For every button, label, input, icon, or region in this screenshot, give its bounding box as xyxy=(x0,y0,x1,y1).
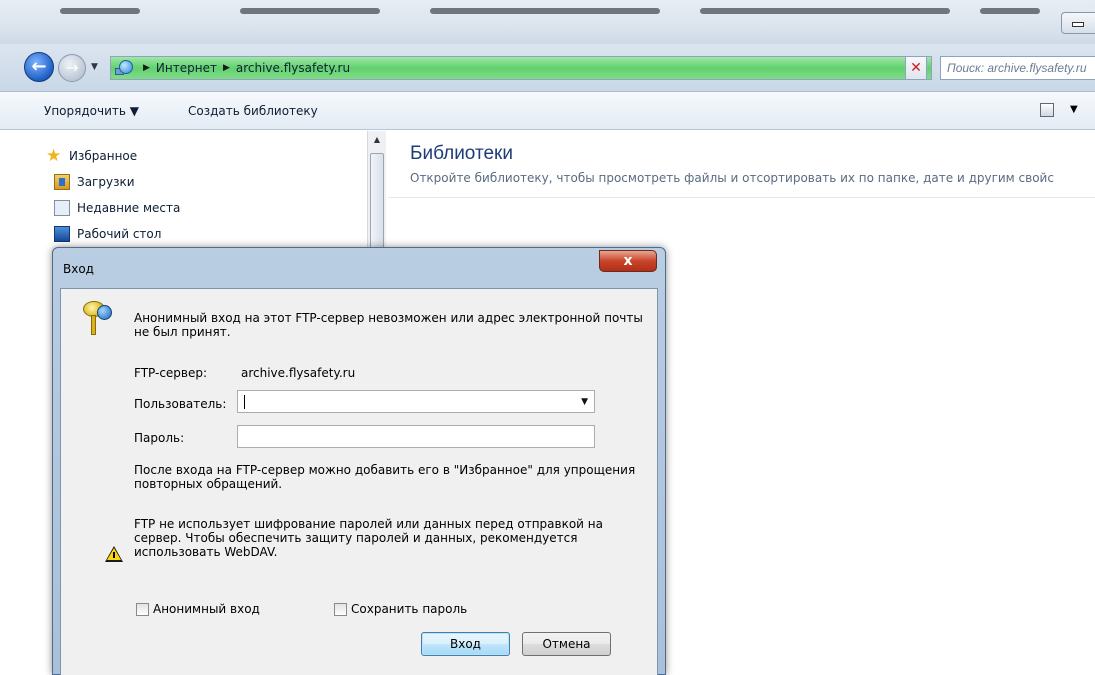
login-message: Анонимный вход на этот FTP-сервер невозм… xyxy=(134,311,643,339)
divider xyxy=(388,197,1095,198)
scroll-up-icon[interactable]: ▲ xyxy=(368,131,386,149)
breadcrumb-host[interactable]: archive.flysafety.ru xyxy=(236,61,350,75)
login-dialog: Вход x Анонимный вход на этот FTP-сервер… xyxy=(52,247,666,675)
downloads-icon xyxy=(54,174,70,190)
nav-item-label: Рабочий стол xyxy=(77,227,162,241)
server-label: FTP-сервер: xyxy=(134,366,208,380)
server-value: archive.flysafety.ru xyxy=(241,366,356,380)
new-library-button[interactable]: Создать библиотеку xyxy=(188,104,318,118)
nav-item-recent-places[interactable]: Недавние места xyxy=(54,200,180,216)
minimize-icon xyxy=(1072,22,1084,27)
recent-places-icon xyxy=(54,200,70,216)
key-globe-icon xyxy=(81,297,113,337)
text-caret xyxy=(244,395,245,409)
checkbox-box[interactable] xyxy=(334,602,347,616)
nav-item-label: Избранное xyxy=(69,149,138,163)
change-view-icon[interactable] xyxy=(1040,103,1054,117)
libraries-title: Библиотеки xyxy=(410,143,513,164)
libraries-description: Откройте библиотеку, чтобы просмотреть ф… xyxy=(410,171,1054,185)
nav-item-label: Загрузки xyxy=(77,175,135,189)
stop-button[interactable]: ✕ xyxy=(905,56,927,80)
login-button[interactable]: Вход xyxy=(421,632,510,656)
username-combobox[interactable]: ▼ xyxy=(237,390,595,413)
blurred-title-text xyxy=(60,8,140,14)
forward-button[interactable]: → xyxy=(58,54,86,82)
window-titlebar xyxy=(0,0,1095,44)
nav-item-label: Недавние места xyxy=(77,201,181,215)
anonymous-checkbox[interactable]: Анонимный вход xyxy=(136,602,260,616)
breadcrumb: ▶ Интернет ▶ archive.flysafety.ru xyxy=(137,61,350,75)
warning-icon xyxy=(105,546,123,562)
network-globe-icon xyxy=(115,59,137,77)
password-field[interactable] xyxy=(237,425,595,448)
blurred-title-text xyxy=(980,8,1040,14)
checkbox-box[interactable] xyxy=(136,602,149,616)
nav-item-desktop[interactable]: Рабочий стол xyxy=(54,226,161,242)
blurred-title-text xyxy=(700,8,950,14)
user-label: Пользователь: xyxy=(134,397,227,411)
star-icon: ★ xyxy=(46,146,62,166)
view-dropdown-icon[interactable]: ▼ xyxy=(1070,104,1078,115)
breadcrumb-internet[interactable]: Интернет xyxy=(156,61,217,75)
back-button[interactable]: ← xyxy=(24,52,54,82)
desktop-icon xyxy=(54,226,70,242)
chevron-down-icon[interactable]: ▼ xyxy=(581,397,588,407)
address-row: ← → ▼ ▶ Интернет ▶ archive.flysafety.ru … xyxy=(0,44,1095,92)
warning-text: FTP не использует шифрование паролей или… xyxy=(134,517,603,559)
nav-item-favorites[interactable]: ★ Избранное xyxy=(46,146,138,166)
breadcrumb-arrow-icon[interactable]: ▶ xyxy=(223,63,230,73)
minimize-button[interactable] xyxy=(1061,12,1095,34)
dialog-close-button[interactable]: x xyxy=(599,250,657,272)
organize-button[interactable]: Упорядочить ▼ xyxy=(44,104,139,118)
save-password-checkbox[interactable]: Сохранить пароль xyxy=(334,602,467,616)
anonymous-label: Анонимный вход xyxy=(153,602,260,616)
dialog-body: Анонимный вход на этот FTP-сервер невозм… xyxy=(60,288,658,675)
dialog-title: Вход xyxy=(63,262,94,276)
info-text: После входа на FTP-сервер можно добавить… xyxy=(134,463,636,491)
command-bar: Упорядочить ▼ Создать библиотеку ▼ xyxy=(0,92,1095,130)
password-label: Пароль: xyxy=(134,431,185,445)
nav-item-downloads[interactable]: Загрузки xyxy=(54,174,135,190)
cancel-button[interactable]: Отмена xyxy=(522,632,611,656)
search-input[interactable]: Поиск: archive.flysafety.ru xyxy=(940,56,1095,80)
save-password-label: Сохранить пароль xyxy=(351,602,468,616)
blurred-title-text xyxy=(430,8,660,14)
recent-pages-dropdown[interactable]: ▼ xyxy=(91,62,98,72)
address-bar[interactable]: ▶ Интернет ▶ archive.flysafety.ru ▼ xyxy=(110,56,932,80)
blurred-title-text xyxy=(240,8,380,14)
breadcrumb-arrow-icon[interactable]: ▶ xyxy=(143,63,150,73)
